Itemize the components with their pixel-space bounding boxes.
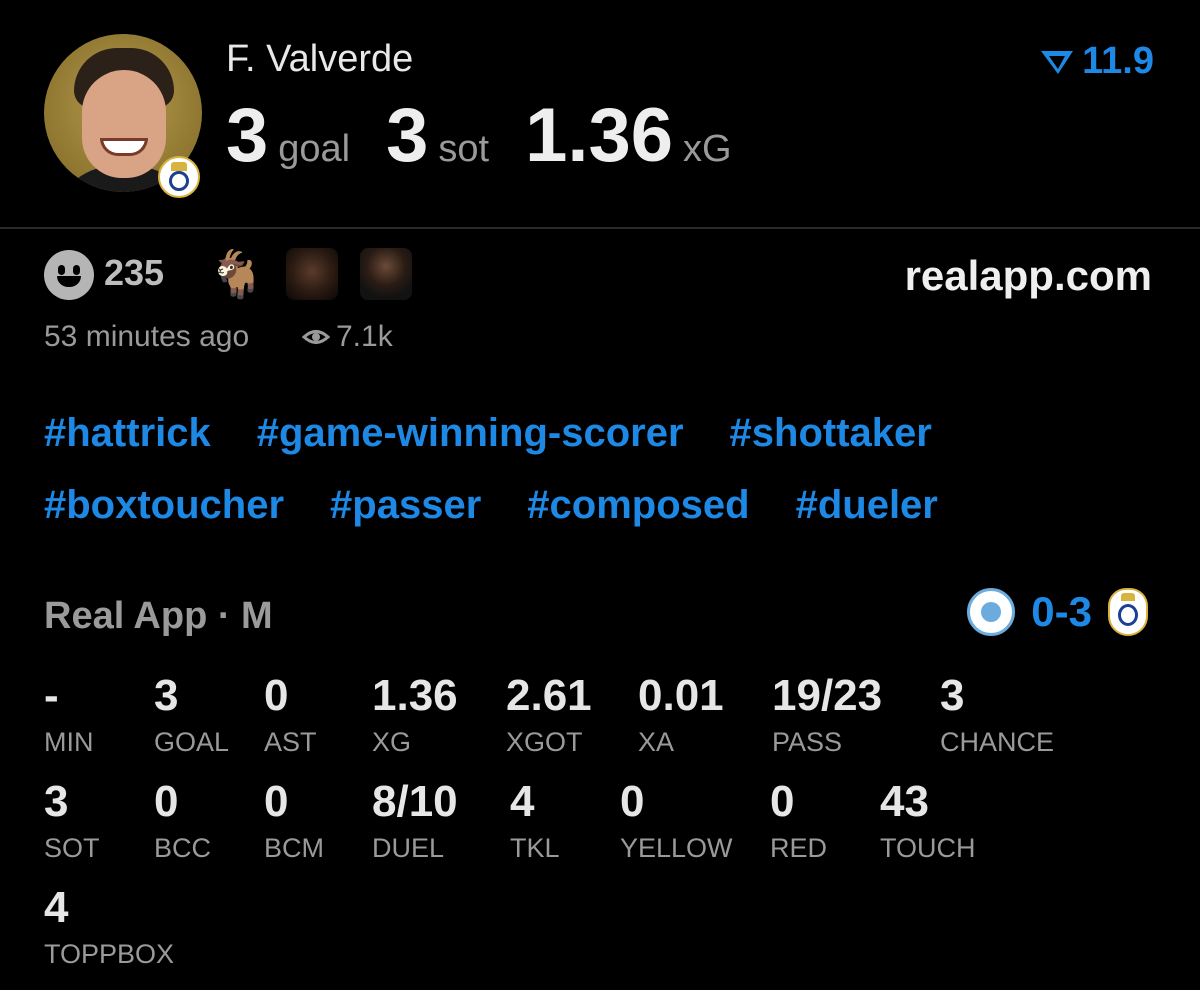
- stat-value: 8/10: [372, 777, 458, 826]
- stat-label: SOT: [44, 833, 100, 863]
- site-link[interactable]: realapp.com: [905, 252, 1152, 300]
- stat-label: PASS: [772, 727, 843, 757]
- view-count-value: 7.1k: [336, 320, 393, 353]
- stat-value: 1.36: [372, 671, 458, 720]
- match-score[interactable]: 0-3: [967, 588, 1148, 636]
- stat-xa: 0.01 XA: [638, 672, 724, 758]
- rating-badge[interactable]: 11.9: [1038, 40, 1154, 83]
- stat-xg: 1.36 XG: [372, 672, 458, 758]
- tag-game-winning-scorer[interactable]: #game-winning-scorer: [257, 410, 684, 456]
- stat-label: TOPPBOX: [44, 939, 175, 969]
- stat-touch: 43 TOUCH: [880, 778, 976, 864]
- reaction-gif-person-icon[interactable]: [360, 248, 412, 300]
- tag-passer[interactable]: #passer: [330, 482, 481, 528]
- post-time: 53 minutes ago: [44, 320, 250, 353]
- match-label: Real App · M: [44, 595, 273, 637]
- stat-min: - MIN: [44, 672, 94, 758]
- stat-ast: 0 AST: [264, 672, 317, 758]
- stat-label: DUEL: [372, 833, 445, 863]
- stat-value: 3: [940, 671, 965, 720]
- reaction-gif-face-icon[interactable]: [286, 248, 338, 300]
- stat-bcm: 0 BCM: [264, 778, 324, 864]
- stat-goal: 3 GOAL: [154, 672, 229, 758]
- stat-value: 2.61: [506, 671, 592, 720]
- score-value: 0-3: [1031, 588, 1092, 635]
- stat-value: 4: [44, 883, 69, 932]
- stat-label: BCM: [264, 833, 324, 863]
- stat-label: XGOT: [506, 727, 583, 757]
- stat-label: TOUCH: [880, 833, 976, 863]
- stat-value: 43: [880, 777, 929, 826]
- stat-value: 0: [620, 777, 645, 826]
- player-name[interactable]: F. Valverde: [226, 38, 413, 81]
- stat-bcc: 0 BCC: [154, 778, 211, 864]
- stat-label: GOAL: [154, 727, 230, 757]
- stat-yellow: 0 YELLOW: [620, 778, 733, 864]
- goals-value: 3: [226, 93, 269, 178]
- sot-value: 3: [386, 93, 429, 178]
- stat-label: RED: [770, 833, 828, 863]
- tag-shottaker[interactable]: #shottaker: [730, 410, 932, 456]
- stat-label: BCC: [154, 833, 212, 863]
- stat-label: YELLOW: [620, 833, 733, 863]
- stat-value: 0.01: [638, 671, 724, 720]
- goat-reaction-icon[interactable]: 🐐: [208, 248, 260, 300]
- stat-label: AST: [264, 727, 317, 757]
- real-madrid-crest-icon: [1108, 588, 1148, 636]
- stat-label: CHANCE: [940, 727, 1055, 757]
- stat-toppbox: 4 TOPPBOX: [44, 884, 174, 970]
- sot-unit: sot: [438, 128, 490, 170]
- eye-icon: [302, 330, 330, 344]
- tag-hattrick[interactable]: #hattrick: [44, 410, 211, 456]
- smiley-reaction-icon[interactable]: [44, 250, 94, 300]
- stat-value: 0: [770, 777, 795, 826]
- stat-label: XA: [638, 727, 675, 757]
- reaction-count: 235: [104, 252, 165, 293]
- rating-icon: [1041, 50, 1074, 74]
- stat-value: 3: [44, 777, 69, 826]
- xg-value: 1.36: [525, 93, 674, 178]
- tag-composed[interactable]: #composed: [527, 482, 749, 528]
- stat-sot: 3 SOT: [44, 778, 100, 864]
- real-madrid-crest-icon: [158, 156, 200, 198]
- stat-value: 3: [154, 671, 179, 720]
- stat-value: 0: [264, 671, 289, 720]
- stat-value: 19/23: [772, 671, 883, 720]
- divider: [0, 227, 1200, 229]
- stat-value: 0: [264, 777, 289, 826]
- manchester-city-crest-icon: [967, 588, 1016, 636]
- view-count: 7.1k: [302, 320, 393, 354]
- stat-pass: 19/23 PASS: [772, 672, 882, 758]
- stat-chance: 3 CHANCE: [940, 672, 1054, 758]
- stat-tkl: 4 TKL: [510, 778, 560, 864]
- tag-list: #hattrick #game-winning-scorer #shottake…: [44, 410, 1164, 554]
- tag-row: #hattrick #game-winning-scorer #shottake…: [44, 410, 1164, 456]
- stat-label: TKL: [510, 833, 560, 863]
- tag-dueler[interactable]: #dueler: [796, 482, 938, 528]
- stat-label: XG: [372, 727, 412, 757]
- goals-unit: goal: [278, 128, 351, 170]
- stat-value: -: [44, 671, 59, 720]
- stat-value: 4: [510, 777, 535, 826]
- stat-label: MIN: [44, 727, 94, 757]
- stat-xgot: 2.61 XGOT: [506, 672, 592, 758]
- xg-unit: xG: [683, 128, 732, 170]
- rating-value: 11.9: [1082, 40, 1154, 82]
- stat-duel: 8/10 DUEL: [372, 778, 458, 864]
- stat-value: 0: [154, 777, 179, 826]
- stat-red: 0 RED: [770, 778, 827, 864]
- tag-boxtoucher[interactable]: #boxtoucher: [44, 482, 284, 528]
- tag-row: #boxtoucher #passer #composed #dueler: [44, 482, 1164, 528]
- headline-stats: 3 goal 3 sot 1.36 xG: [226, 92, 768, 179]
